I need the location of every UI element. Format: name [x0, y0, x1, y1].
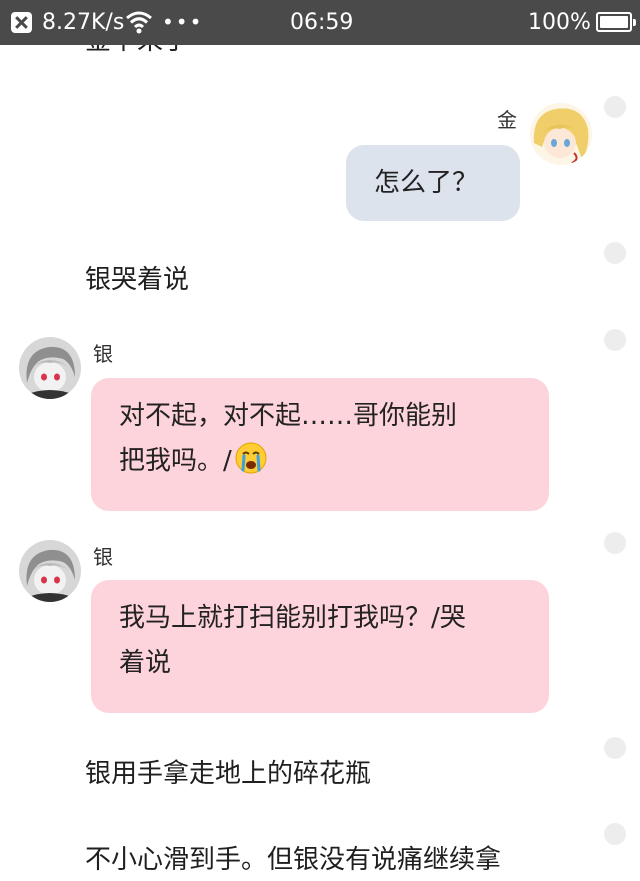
- narration-text: 银哭着说: [85, 265, 190, 295]
- jin-avatar-icon: [530, 103, 592, 165]
- message-line-with-emoji: 把我吗。/: [119, 439, 525, 484]
- message-bubble[interactable]: 怎么了？: [346, 145, 520, 221]
- yin-avatar-icon: [19, 337, 81, 399]
- status-bar: 8.27K/s ••• 06:59 100%: [0, 0, 640, 45]
- avatar[interactable]: [19, 540, 81, 602]
- sender-name: 银: [93, 545, 113, 569]
- sender-name: 金: [497, 108, 517, 132]
- clock: 06:59: [290, 10, 354, 35]
- message-line: 对不起，对不起……哥你能别: [119, 401, 458, 431]
- message-line: 把我吗。/: [119, 446, 232, 476]
- yin-avatar-icon: [19, 540, 81, 602]
- wifi-icon: [126, 11, 152, 34]
- narration-text: 银用手拿走地上的碎花瓶: [85, 759, 372, 789]
- crying-face-icon: [235, 442, 267, 474]
- select-dot[interactable]: [604, 329, 626, 351]
- battery-level: 100%: [528, 10, 591, 35]
- avatar[interactable]: [19, 337, 81, 399]
- select-dot[interactable]: [604, 737, 626, 759]
- narration-text: 不小心滑到手。但银没有说痛继续拿: [85, 845, 502, 875]
- message-bubble[interactable]: 我马上就打扫能别打我吗？/哭 着说: [91, 580, 549, 713]
- select-dot[interactable]: [604, 532, 626, 554]
- avatar[interactable]: [530, 103, 592, 165]
- sender-name: 银: [93, 342, 113, 366]
- message-bubble[interactable]: 对不起，对不起……哥你能别 把我吗。/: [91, 378, 549, 511]
- select-dot[interactable]: [604, 823, 626, 845]
- close-notification-icon: [11, 12, 32, 33]
- battery-icon: [596, 12, 636, 32]
- more-dots-icon: •••: [162, 10, 204, 34]
- network-speed: 8.27K/s: [42, 10, 125, 35]
- select-dot[interactable]: [604, 242, 626, 264]
- narration-text-partial: 金下来了: [85, 45, 189, 59]
- message-line: 着说: [119, 648, 172, 678]
- select-dot[interactable]: [604, 96, 626, 118]
- message-line: 我马上就打扫能别打我吗？/哭: [119, 603, 466, 633]
- chat-area[interactable]: 金下来了 金 怎么了？ 银哭着说 银 对不起，对不起……哥你能别: [0, 45, 640, 881]
